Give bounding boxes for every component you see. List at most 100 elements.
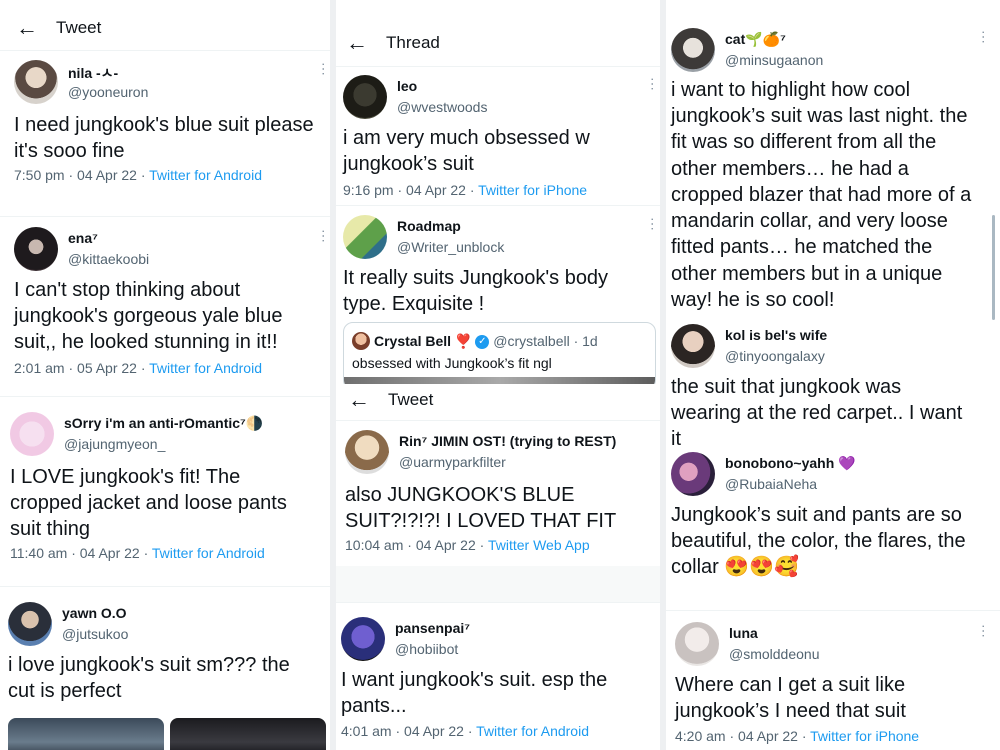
divider — [666, 610, 1000, 611]
user-handle[interactable]: @kittaekoobi — [68, 251, 149, 267]
more-options-icon[interactable]: ⋯ — [645, 77, 661, 91]
tweet[interactable]: luna @smolddeonu ⋯ Where can I get a sui… — [675, 622, 992, 747]
spacer — [336, 566, 660, 602]
user-handle[interactable]: @yooneuron — [68, 84, 148, 100]
tweet[interactable]: kol is bel's wife @tinyoongalaxy the sui… — [671, 324, 986, 450]
avatar[interactable] — [671, 452, 715, 496]
avatar[interactable] — [341, 617, 385, 661]
more-options-icon[interactable]: ⋯ — [316, 229, 332, 243]
timestamp[interactable]: 7:50 pm · 04 Apr 22 · — [14, 167, 149, 183]
timestamp[interactable]: 4:20 am · 04 Apr 22 · — [675, 728, 810, 744]
tweet-text: It really suits Jungkook's body — [343, 267, 609, 289]
back-arrow-icon[interactable]: ← — [346, 32, 386, 54]
tweet[interactable]: ena⁷ @kittaekoobi ⋯ I can't stop thinkin… — [14, 227, 332, 387]
user-handle[interactable]: @uarmyparkfilter — [399, 454, 506, 470]
divider — [0, 216, 330, 217]
column-separator — [330, 0, 336, 750]
tweet-text: jungkook's gorgeous yale blue — [14, 305, 283, 327]
tweet[interactable]: Rin⁷ JIMIN OST! (trying to REST) @uarmyp… — [345, 430, 656, 560]
back-arrow-icon[interactable]: ← — [16, 17, 56, 39]
display-name[interactable]: leo — [397, 78, 417, 94]
avatar[interactable] — [352, 332, 370, 350]
source-link[interactable]: Twitter for iPhone — [478, 182, 587, 198]
tweet-text: it — [671, 428, 681, 450]
user-handle[interactable]: @tinyoongalaxy — [725, 348, 825, 364]
tweet-text: i want to highlight how cool — [671, 79, 911, 101]
divider — [336, 420, 660, 421]
source-link[interactable]: Twitter for Android — [476, 723, 589, 739]
media-image[interactable] — [8, 718, 164, 750]
avatar[interactable] — [671, 28, 715, 72]
timestamp[interactable]: 9:16 pm · 04 Apr 22 · — [343, 182, 478, 198]
avatar[interactable] — [675, 622, 719, 666]
divider — [336, 66, 660, 67]
avatar[interactable] — [343, 215, 387, 259]
tweet-text: I LOVE jungkook's fit! The — [10, 466, 241, 488]
avatar[interactable] — [14, 227, 58, 271]
user-handle[interactable]: @jutsukoo — [62, 626, 128, 642]
display-name[interactable]: Roadmap — [397, 218, 461, 234]
tweet-text: mandarin collar, and very loose — [671, 210, 948, 232]
tweet[interactable]: nila -ㅅ- @yooneuron ⋯ I need jungkook's … — [14, 60, 332, 200]
source-link[interactable]: Twitter for iPhone — [810, 728, 919, 744]
avatar[interactable] — [343, 75, 387, 119]
display-name[interactable]: Crystal Bell ❣️ — [374, 333, 472, 349]
source-link[interactable]: Twitter for Android — [149, 360, 262, 376]
tweet[interactable]: Roadmap @Writer_unblock ⋯ It really suit… — [343, 215, 661, 315]
tweet[interactable]: leo @wvestwoods ⋯ i am very much obsesse… — [343, 75, 661, 205]
display-name[interactable]: Rin⁷ JIMIN OST! (trying to REST) — [399, 433, 616, 449]
tweet-header: ← Tweet — [348, 380, 433, 420]
display-name[interactable]: nila -ㅅ- — [68, 63, 118, 83]
display-name[interactable]: pansenpai⁷ — [395, 620, 470, 636]
tweet-header: ← Tweet — [16, 8, 101, 48]
source-link[interactable]: Twitter Web App — [488, 537, 590, 553]
user-handle[interactable]: @crystalbell · 1d — [493, 333, 597, 349]
user-handle[interactable]: @minsugaanon — [725, 52, 823, 68]
tweet-text: I need jungkook's blue suit please — [14, 114, 314, 136]
timestamp[interactable]: 11:40 am · 04 Apr 22 · — [10, 545, 152, 561]
user-handle[interactable]: @wvestwoods — [397, 99, 487, 115]
timestamp[interactable]: 4:01 am · 04 Apr 22 · — [341, 723, 476, 739]
user-handle[interactable]: @RubaiaNeha — [725, 476, 817, 492]
tweet[interactable]: cat🌱🍊⁷ @minsugaanon ⋯ i want to highligh… — [671, 28, 992, 318]
avatar[interactable] — [671, 324, 715, 368]
display-name[interactable]: bonobono~yahh 💜 — [725, 455, 856, 472]
page-title: Tweet — [388, 390, 434, 409]
display-name[interactable]: yawn O.O — [62, 605, 127, 621]
more-options-icon[interactable]: ⋯ — [976, 624, 992, 638]
more-options-icon[interactable]: ⋯ — [976, 30, 992, 44]
back-arrow-icon[interactable]: ← — [348, 389, 388, 411]
tweet[interactable]: sOrry i'm an anti-rOmantic⁷🌗 @jajungmyeo… — [10, 412, 326, 572]
divider — [336, 602, 660, 603]
tweet[interactable]: pansenpai⁷ @hobiibot I want jungkook's s… — [341, 617, 656, 747]
tweet-text: other members… he had a — [671, 158, 909, 180]
display-name[interactable]: kol is bel's wife — [725, 327, 827, 343]
timestamp[interactable]: 10:04 am · 04 Apr 22 · — [345, 537, 488, 553]
tweet-text: collar 😍😍🥰 — [671, 556, 800, 578]
tweet[interactable]: bonobono~yahh 💜 @RubaiaNeha Jungkook’s s… — [671, 452, 986, 582]
user-handle[interactable]: @jajungmyeon_ — [64, 436, 165, 452]
user-handle[interactable]: @smolddeonu — [729, 646, 820, 662]
display-name[interactable]: sOrry i'm an anti-rOmantic⁷🌗 — [64, 415, 263, 432]
display-name[interactable]: luna — [729, 625, 758, 641]
user-handle[interactable]: @Writer_unblock — [397, 239, 504, 255]
display-name[interactable]: ena⁷ — [68, 230, 98, 246]
timestamp[interactable]: 2:01 am · 05 Apr 22 · — [14, 360, 149, 376]
user-handle[interactable]: @hobiibot — [395, 641, 458, 657]
avatar[interactable] — [8, 602, 52, 646]
media-image[interactable] — [170, 718, 326, 750]
avatar[interactable] — [10, 412, 54, 456]
scrollbar[interactable] — [992, 215, 995, 320]
source-link[interactable]: Twitter for Android — [152, 545, 265, 561]
source-link[interactable]: Twitter for Android — [149, 167, 262, 183]
avatar[interactable] — [14, 60, 58, 104]
divider — [0, 586, 330, 587]
tweet[interactable]: yawn O.O @jutsukoo i love jungkook's sui… — [8, 602, 326, 750]
more-options-icon[interactable]: ⋯ — [316, 62, 332, 76]
tweet-text: I can't stop thinking about — [14, 279, 241, 301]
tweet-text: jungkook’s I need that suit — [675, 700, 906, 722]
avatar[interactable] — [345, 430, 389, 474]
more-options-icon[interactable]: ⋯ — [645, 217, 661, 231]
tweet-text: way! he is so cool! — [671, 289, 835, 311]
display-name[interactable]: cat🌱🍊⁷ — [725, 31, 786, 48]
